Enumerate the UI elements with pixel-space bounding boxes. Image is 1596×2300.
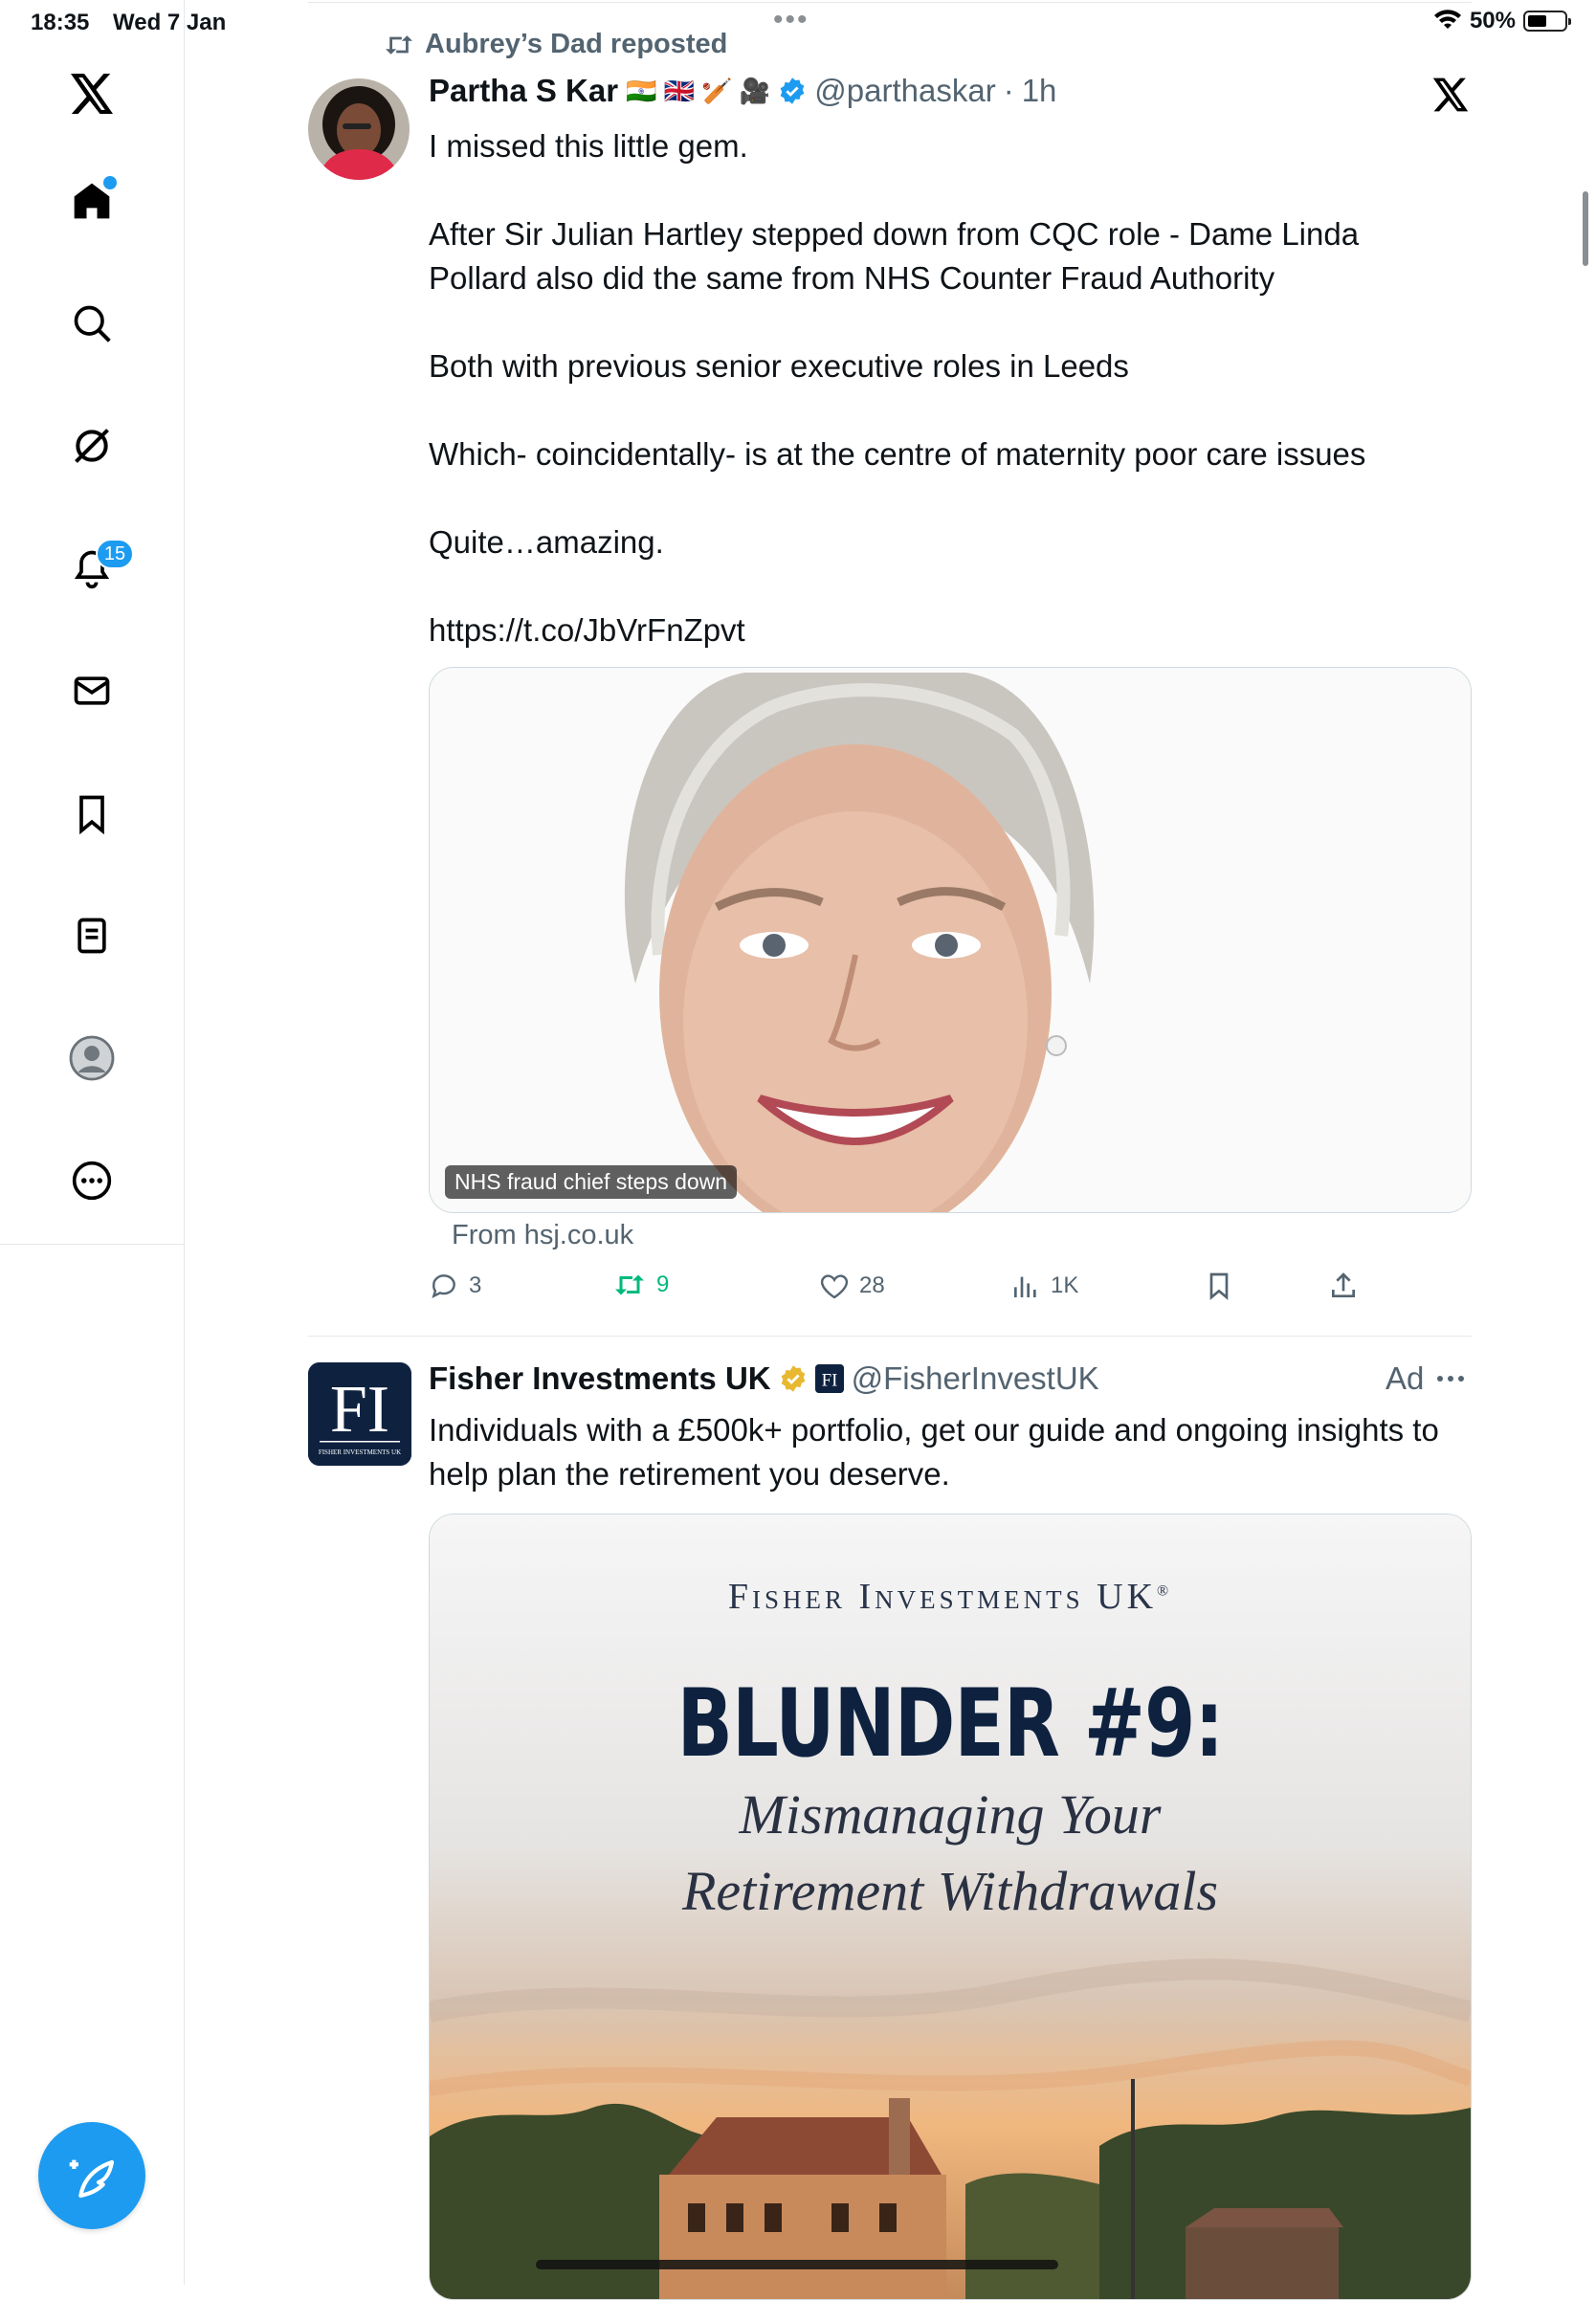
link-card-title: NHS fraud chief steps down xyxy=(445,1165,738,1199)
author-handle[interactable]: @parthaskar xyxy=(814,73,995,109)
link-card-image xyxy=(430,668,1471,1212)
battery-icon xyxy=(1523,11,1571,32)
post-actions: 3 9 28 1K xyxy=(429,1271,1472,1313)
ad-image-brand-mark: ® xyxy=(1157,1582,1173,1600)
x-logo-icon[interactable] xyxy=(61,63,122,124)
advertiser-handle[interactable]: @FisherInvestUK xyxy=(852,1360,1099,1397)
ad-image-card[interactable]: Fisher Investments UK® BLUNDER #9: Misma… xyxy=(429,1514,1472,2300)
advertiser-logo[interactable]: FI FISHER INVESTMENTS UK xyxy=(308,1362,411,1466)
rail-divider xyxy=(0,1244,184,1245)
ad-image-subtitle-2: Retirement Withdrawals xyxy=(681,1860,1219,1922)
link-card-source[interactable]: From hsj.co.uk xyxy=(452,1220,633,1251)
svg-text:FI: FI xyxy=(330,1373,389,1447)
lists-icon[interactable] xyxy=(61,905,122,966)
author-flags: 🇮🇳 🇬🇧 🏏 🎥 xyxy=(626,76,771,105)
repost-context[interactable]: Aubrey’s Dad reposted xyxy=(383,29,727,60)
wifi-icon xyxy=(1433,10,1461,29)
more-dots-icon[interactable] xyxy=(1435,1374,1466,1383)
search-icon[interactable] xyxy=(61,293,122,354)
views-button[interactable]: 1K xyxy=(1010,1271,1078,1301)
advertiser-name[interactable]: Fisher Investments UK xyxy=(429,1360,771,1397)
post-divider xyxy=(308,1336,1472,1337)
reply-icon xyxy=(432,1274,455,1298)
svg-text:FI: FI xyxy=(821,1371,837,1391)
share-button[interactable] xyxy=(1328,1271,1359,1301)
home-indicator[interactable] xyxy=(536,2260,1058,2269)
svg-text:FISHER INVESTMENTS UK: FISHER INVESTMENTS UK xyxy=(319,1449,401,1456)
affiliate-logo-icon[interactable]: FI xyxy=(814,1364,844,1393)
ad-image-brand: Fisher Investments UK xyxy=(727,1577,1158,1617)
like-count: 28 xyxy=(859,1272,885,1298)
post-time[interactable]: 1h xyxy=(1022,73,1057,109)
bookmark-post-button[interactable] xyxy=(1204,1271,1234,1301)
multitask-dots[interactable]: ••• xyxy=(773,4,809,36)
like-button[interactable]: 28 xyxy=(819,1271,885,1301)
ad-image-subtitle-1: Mismanaging Your xyxy=(739,1783,1162,1846)
compose-post-button[interactable] xyxy=(38,2122,145,2229)
verified-badge-icon[interactable] xyxy=(778,77,807,105)
notifications-badge: 15 xyxy=(96,539,134,569)
sidebar: 15 xyxy=(0,0,185,2285)
share-icon xyxy=(1332,1272,1355,1297)
x-brand-icon[interactable] xyxy=(1431,77,1470,118)
repost-button[interactable]: 9 xyxy=(612,1271,669,1299)
post-text: I missed this little gem. After Sir Juli… xyxy=(429,128,1366,648)
reply-button[interactable]: 3 xyxy=(429,1271,481,1301)
views-chart-icon xyxy=(1014,1276,1036,1297)
home-new-dot xyxy=(101,174,119,191)
scrollbar[interactable] xyxy=(1583,191,1588,266)
battery-percent: 50% xyxy=(1469,8,1516,33)
repost-icon xyxy=(386,34,412,55)
views-count: 1K xyxy=(1051,1272,1079,1298)
messages-envelope-icon[interactable] xyxy=(61,660,122,721)
bookmark-icon[interactable] xyxy=(61,783,122,844)
compose-feather-icon xyxy=(69,2159,115,2199)
author-name[interactable]: Partha S Kar xyxy=(429,73,618,109)
repost-active-icon xyxy=(615,1274,644,1295)
repost-count: 9 xyxy=(656,1272,670,1297)
profile-avatar-icon[interactable] xyxy=(61,1028,122,1089)
repost-label: Aubrey’s Dad reposted xyxy=(425,29,728,59)
verified-gold-badge-icon[interactable] xyxy=(779,1364,808,1393)
ad-text: Individuals with a £500k+ portfolio, get… xyxy=(429,1412,1439,1492)
status-bar: 18:35 Wed 7 Jan ••• 50% xyxy=(0,0,1596,46)
link-card[interactable]: NHS fraud chief steps down xyxy=(429,667,1472,1213)
grok-icon[interactable] xyxy=(61,415,122,476)
ad-image-headline: BLUNDER #9: xyxy=(676,1670,1224,1779)
feed-top-border xyxy=(308,2,1472,3)
more-options-icon[interactable] xyxy=(61,1150,122,1211)
author-avatar[interactable] xyxy=(308,78,410,180)
ad-label: Ad xyxy=(1385,1360,1425,1396)
reply-count: 3 xyxy=(469,1272,482,1298)
meta-separator: · xyxy=(1003,73,1014,108)
heart-icon xyxy=(820,1274,849,1299)
bookmark-icon xyxy=(1209,1272,1229,1300)
